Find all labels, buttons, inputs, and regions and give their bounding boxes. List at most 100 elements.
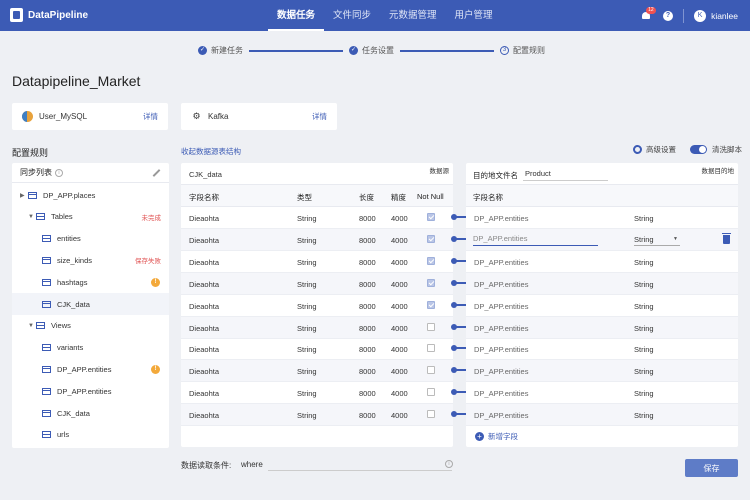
field-type: String <box>297 323 317 333</box>
step-label: 任务设置 <box>362 46 394 55</box>
info-icon[interactable]: i <box>445 460 453 468</box>
table-icon <box>42 344 51 352</box>
field-length: 8000 <box>359 235 376 245</box>
tree-item-label: hashtags <box>57 277 88 287</box>
table-row: DP_APP.entities String <box>466 316 738 339</box>
field-precision: 4000 <box>391 279 408 289</box>
field-name: Dieaohta <box>189 301 220 311</box>
tree-item[interactable]: DP_APP.entities! <box>12 358 169 380</box>
table-icon <box>42 409 51 417</box>
tree-item[interactable]: ▼ Tables 未完成 <box>12 206 169 228</box>
tree-item-label: size_kinds <box>57 255 93 265</box>
help-icon[interactable]: ? <box>663 10 674 21</box>
info-icon[interactable]: i <box>55 168 63 177</box>
step-2: ✓ 任务设置 <box>349 45 394 56</box>
edit-icon[interactable] <box>152 168 161 177</box>
warning-icon[interactable]: ! <box>151 364 160 374</box>
field-precision: 4000 <box>391 389 408 399</box>
tree-item[interactable]: DP_APP.entities <box>12 380 169 402</box>
clean-script-toggle[interactable] <box>690 145 707 154</box>
nav-item-0[interactable]: 数据任务 <box>268 0 325 31</box>
tree-item[interactable]: ▶ DP_APP.places <box>12 184 169 206</box>
username[interactable]: kianlee <box>711 11 738 21</box>
col-field: 字段名称 <box>189 193 219 202</box>
dest-table-panel: 数据目的地 目的地文件名 字段名称 DP_APP.entitiesStringS… <box>466 163 738 447</box>
dest-type-select[interactable]: String <box>634 232 680 246</box>
field-name: Dieaohta <box>189 279 220 289</box>
tree-item[interactable]: CJK_data <box>12 402 169 424</box>
sync-list-panel: 同步列表 i ▶ DP_APP.places ▼ Tables 未完成 entities s… <box>12 163 169 448</box>
field-name: Dieaohta <box>189 389 220 399</box>
col-field: 字段名称 <box>473 193 503 202</box>
collapse-source-schema-link[interactable]: 收起数据源表结构 <box>181 146 241 157</box>
dest-field-name: DP_APP.entities <box>474 257 529 267</box>
step-3: 3 配置规则 <box>500 45 545 56</box>
destination-detail-link[interactable]: 详情 <box>312 111 327 122</box>
destination-card: ⚙ Kafka 详情 <box>181 103 337 130</box>
app-logo[interactable]: DataPipeline <box>10 8 88 22</box>
save-button[interactable]: 保存 <box>685 459 738 477</box>
not-null-checkbox[interactable] <box>427 234 435 243</box>
avatar[interactable]: K <box>694 9 707 22</box>
not-null-checkbox[interactable] <box>427 410 435 419</box>
table-icon <box>42 365 51 373</box>
caret-down-icon[interactable]: ▼ <box>28 214 36 220</box>
tree-item[interactable]: ▼ Views <box>12 315 169 337</box>
dest-field-input[interactable] <box>473 231 598 246</box>
gear-icon[interactable] <box>633 145 642 154</box>
not-null-checkbox[interactable] <box>427 300 435 309</box>
field-length: 8000 <box>359 279 376 289</box>
field-type: String <box>297 235 317 245</box>
warning-icon[interactable]: ! <box>151 277 160 287</box>
tree-item[interactable]: size_kinds 保存失败 <box>12 249 169 271</box>
table-row: Dieaohta String 8000 4000 <box>181 360 466 383</box>
table-icon <box>28 191 37 199</box>
mapping-line <box>455 369 466 372</box>
not-null-checkbox[interactable] <box>427 366 435 375</box>
tree-item[interactable]: urls <box>12 424 169 446</box>
table-row: Dieaohta String 8000 4000 <box>181 251 466 273</box>
advanced-settings-link[interactable]: 高级设置 <box>646 144 676 155</box>
caret-down-icon[interactable]: ▼ <box>28 323 36 329</box>
field-precision: 4000 <box>391 235 408 245</box>
not-null-checkbox[interactable] <box>427 278 435 287</box>
tree-item[interactable]: CJK_data <box>12 293 169 315</box>
dest-file-input[interactable] <box>523 167 608 181</box>
col-length: 长度 <box>359 193 374 202</box>
not-null-checkbox[interactable] <box>427 388 435 397</box>
trash-icon[interactable] <box>722 232 731 244</box>
tree-item[interactable]: variants <box>12 337 169 359</box>
dest-field-type: String <box>634 411 654 421</box>
table-row: DP_APP.entities String <box>466 382 738 405</box>
field-precision: 4000 <box>391 345 408 355</box>
field-type: String <box>297 279 317 289</box>
step-progress: ✓ 新建任务 ✓ 任务设置 3 配置规则 <box>198 45 545 56</box>
tree-item-label: DP_APP.entities <box>57 386 112 396</box>
add-field-label: 新增字段 <box>488 432 518 441</box>
step-label: 新建任务 <box>211 46 243 55</box>
add-field-button[interactable]: + 新增字段 <box>475 431 518 442</box>
not-null-checkbox[interactable] <box>427 322 435 331</box>
status-tag: 保存失败 <box>135 258 161 266</box>
tree-item-label: CJK_data <box>57 299 90 309</box>
destination-name: Kafka <box>208 112 229 121</box>
nav-item-1[interactable]: 文件同步 <box>324 0 380 31</box>
nav-item-3[interactable]: 用户管理 <box>446 0 502 31</box>
not-null-checkbox[interactable] <box>427 256 435 265</box>
table-icon <box>42 235 51 243</box>
tree-item[interactable]: entities <box>12 228 169 250</box>
read-condition-input[interactable] <box>268 456 452 471</box>
where-keyword: where <box>241 460 263 469</box>
caret-right-icon[interactable]: ▶ <box>20 192 28 199</box>
tree-item[interactable]: hashtags! <box>12 271 169 293</box>
table-row: String <box>466 228 738 251</box>
nav-item-2[interactable]: 元数据管理 <box>380 0 446 31</box>
not-null-checkbox[interactable] <box>427 213 435 221</box>
not-null-checkbox[interactable] <box>427 344 435 353</box>
mapping-line <box>455 281 466 284</box>
bell-icon[interactable]: 12 <box>641 6 656 21</box>
field-type: String <box>297 345 317 355</box>
mapping-line <box>455 391 466 394</box>
source-detail-link[interactable]: 详情 <box>143 111 158 122</box>
field-length: 8000 <box>359 301 376 311</box>
